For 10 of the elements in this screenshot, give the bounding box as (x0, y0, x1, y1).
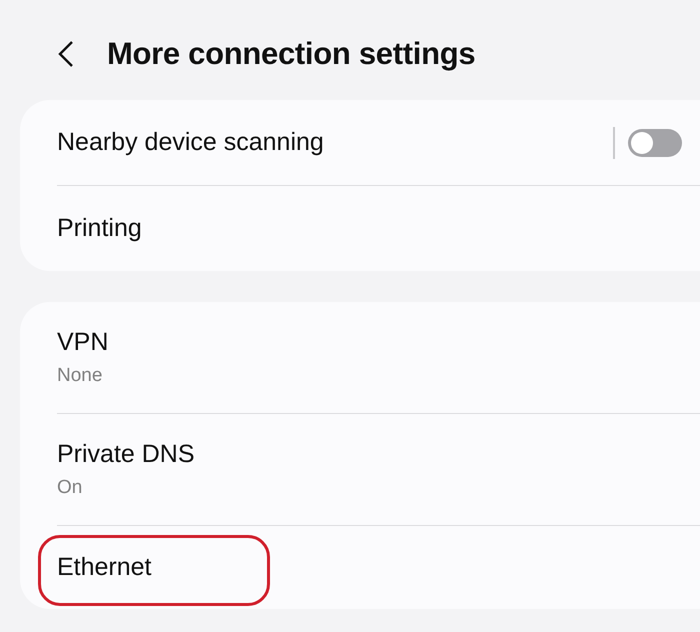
setting-summary: On (57, 477, 84, 499)
back-icon (57, 40, 75, 68)
setting-label[interactable]: Printing (57, 214, 700, 243)
setting-label[interactable]: Nearby device scanning (57, 128, 613, 157)
setting-label[interactable]: Private DNS (57, 440, 700, 469)
setting-label[interactable]: Ethernet (57, 553, 700, 582)
toggle-switch[interactable] (628, 128, 682, 156)
setting-label[interactable]: VPN (57, 328, 700, 357)
setting-summary: None (57, 365, 104, 387)
page-title: More connection settings (107, 36, 476, 72)
